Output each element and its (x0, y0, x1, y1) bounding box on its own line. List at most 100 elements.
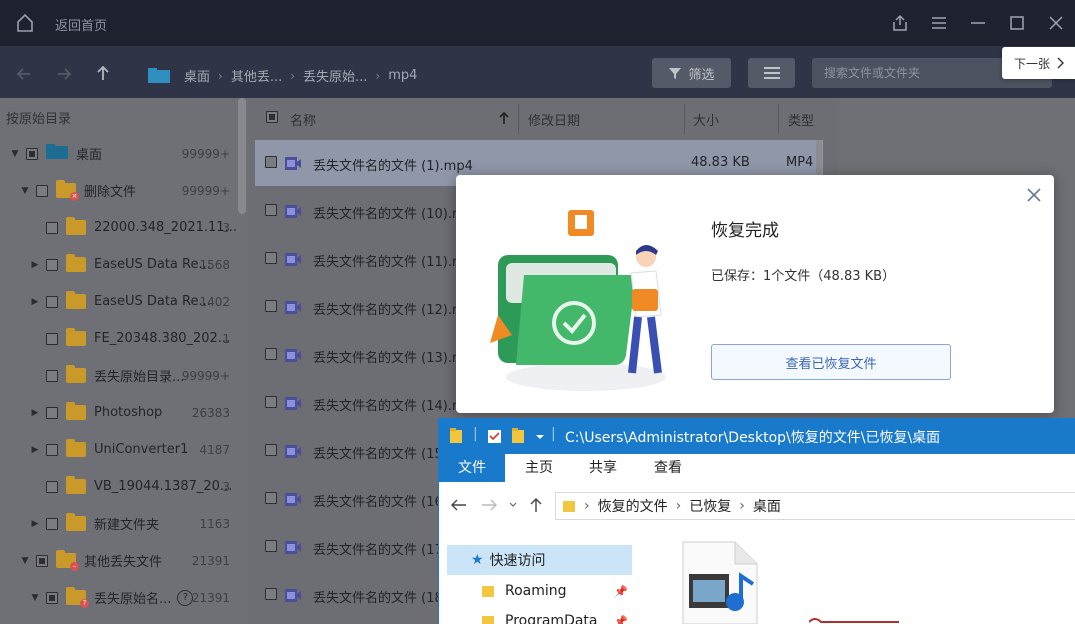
file-explorer-window: | | C:\Users\Administrator\Desktop\恢复的文件… (438, 418, 1075, 624)
tree-item-label: Photoshop (94, 405, 163, 420)
tree-checkbox[interactable] (46, 369, 58, 382)
tree-item[interactable]: FE_20348.380_202... 1 (0, 320, 240, 357)
view-recovered-files-button[interactable]: 查看已恢复文件 (711, 344, 951, 380)
sort-up-icon[interactable] (498, 111, 510, 125)
minimize-icon[interactable] (958, 0, 997, 46)
tab-file[interactable]: 文件 (439, 454, 505, 482)
column-name[interactable]: 名称 (290, 110, 316, 129)
tree-checkbox[interactable] (46, 258, 58, 271)
share-icon[interactable] (880, 0, 919, 46)
tree-checkbox[interactable] (26, 147, 38, 160)
file-checkbox[interactable] (265, 348, 277, 360)
back-arrow-icon[interactable] (14, 64, 34, 84)
new-folder-icon[interactable] (511, 428, 525, 444)
tab-home[interactable]: 主页 (525, 454, 553, 482)
home-icon[interactable] (14, 12, 36, 34)
column-type[interactable]: 类型 (788, 110, 814, 129)
chevron-down-icon[interactable] (535, 433, 545, 441)
tree-checkbox[interactable] (46, 480, 58, 493)
tree-item[interactable]: ▶ Photoshop 26383 (0, 394, 240, 431)
tree-item[interactable]: ▶ EaseUS Data Re... 1402 (0, 283, 240, 320)
collapsed-caret-icon[interactable]: ▶ (30, 260, 40, 270)
file-checkbox[interactable] (265, 204, 277, 216)
pin-icon[interactable]: 📌 (614, 615, 628, 624)
file-checkbox[interactable] (265, 396, 277, 408)
tree-item-label: 22000.348_2021.11... (94, 220, 237, 235)
tab-share[interactable]: 共享 (589, 454, 617, 482)
tree-item[interactable]: ▶ 新建文件夹 1163 (0, 505, 240, 542)
tab-view[interactable]: 查看 (654, 454, 682, 482)
up-arrow-icon[interactable] (529, 497, 543, 513)
tree-item[interactable]: ▶ EaseUS Data Re... 1568 (0, 246, 240, 283)
tree-item[interactable]: ▼ – 其他丢失文件 21391 (0, 542, 240, 579)
address-segment[interactable]: 桌面 (753, 496, 781, 516)
tree-checkbox[interactable] (36, 554, 48, 567)
tree-checkbox[interactable] (46, 406, 58, 419)
menu-icon[interactable] (919, 0, 958, 46)
file-list-scrollbar[interactable] (816, 140, 822, 180)
tree-item[interactable]: ▼ 桌面 99999+ (0, 135, 240, 172)
close-icon[interactable] (1026, 187, 1042, 203)
tree-checkbox[interactable] (46, 295, 58, 308)
back-arrow-icon[interactable] (451, 499, 467, 511)
tree-item[interactable]: ▼? 丢失原始名...? 21391 (0, 579, 240, 616)
file-checkbox[interactable] (265, 156, 277, 168)
next-button[interactable]: 下一张 (1002, 47, 1075, 79)
pin-icon[interactable]: 📌 (614, 585, 628, 598)
tree-checkbox[interactable] (46, 332, 58, 345)
nav-roaming[interactable]: Roaming 📌 (447, 576, 632, 606)
recent-locations-chevron-icon[interactable] (509, 502, 517, 508)
tree-checkbox[interactable] (46, 517, 58, 530)
up-arrow-icon[interactable] (93, 63, 113, 83)
breadcrumb-item[interactable]: 桌面 (184, 66, 210, 85)
tree-item[interactable]: ▶ UniConverter1 4187 (0, 431, 240, 468)
breadcrumb-item[interactable]: mp4 (388, 68, 417, 83)
filter-icon (669, 68, 682, 79)
forward-arrow-icon[interactable] (54, 64, 74, 84)
select-all-checkbox[interactable] (266, 111, 278, 123)
address-segment[interactable]: 恢复的文件 (598, 496, 668, 516)
file-checkbox[interactable] (265, 588, 277, 600)
expanded-caret-icon[interactable]: ▼ (30, 593, 40, 603)
explorer-title-bar: | | C:\Users\Administrator\Desktop\恢复的文件… (439, 418, 1075, 454)
file-checkbox[interactable] (265, 300, 277, 312)
folder-icon (66, 291, 86, 309)
collapsed-caret-icon[interactable]: ▶ (30, 445, 40, 455)
maximize-icon[interactable] (997, 0, 1036, 46)
tree-item[interactable]: ▼ × 删除文件 99999+ (0, 172, 240, 209)
video-file-icon[interactable] (677, 540, 761, 624)
tree-item[interactable]: VB_19044.1387_20... 3 (0, 468, 240, 505)
tree-checkbox[interactable] (46, 221, 58, 234)
nav-programdata[interactable]: ProgramData 📌 (447, 606, 632, 624)
column-modified[interactable]: 修改日期 (528, 110, 580, 129)
back-home-link[interactable]: 返回首页 (55, 15, 107, 34)
tree-checkbox[interactable] (46, 591, 58, 604)
filter-button[interactable]: 筛选 (652, 58, 731, 88)
tree-checkbox[interactable] (46, 443, 58, 456)
expanded-caret-icon[interactable]: ▼ (20, 556, 30, 566)
address-segment[interactable]: 已恢复 (689, 496, 731, 516)
collapsed-caret-icon[interactable]: ▶ (30, 408, 40, 418)
collapsed-caret-icon[interactable]: ▶ (30, 297, 40, 307)
tree-checkbox[interactable] (36, 184, 48, 197)
forward-arrow-icon[interactable] (481, 499, 497, 511)
column-size[interactable]: 大小 (693, 110, 719, 129)
file-checkbox[interactable] (265, 540, 277, 552)
breadcrumb-item[interactable]: 其他丢... (231, 66, 282, 85)
file-checkbox[interactable] (265, 444, 277, 456)
file-checkbox[interactable] (265, 252, 277, 264)
nav-quick-access[interactable]: ★ 快速访问 (447, 545, 632, 575)
collapsed-caret-icon[interactable]: ▶ (30, 519, 40, 529)
address-input[interactable]: › 恢复的文件 › 已恢复 › 桌面 (555, 492, 1075, 520)
chevron-right-icon (1057, 57, 1065, 69)
close-icon[interactable] (1036, 0, 1075, 46)
view-menu-button[interactable] (748, 58, 795, 88)
file-checkbox[interactable] (265, 492, 277, 504)
tree-item[interactable]: 22000.348_2021.11... 3 (0, 209, 240, 246)
unknown-folder-icon: ? (66, 587, 89, 608)
expanded-caret-icon[interactable]: ▼ (20, 186, 30, 196)
properties-icon[interactable] (487, 429, 502, 444)
tree-item[interactable]: 丢失原始目录... 99999+ (0, 357, 240, 394)
breadcrumb-item[interactable]: 丢失原始... (303, 66, 367, 85)
expanded-caret-icon[interactable]: ▼ (10, 149, 20, 159)
